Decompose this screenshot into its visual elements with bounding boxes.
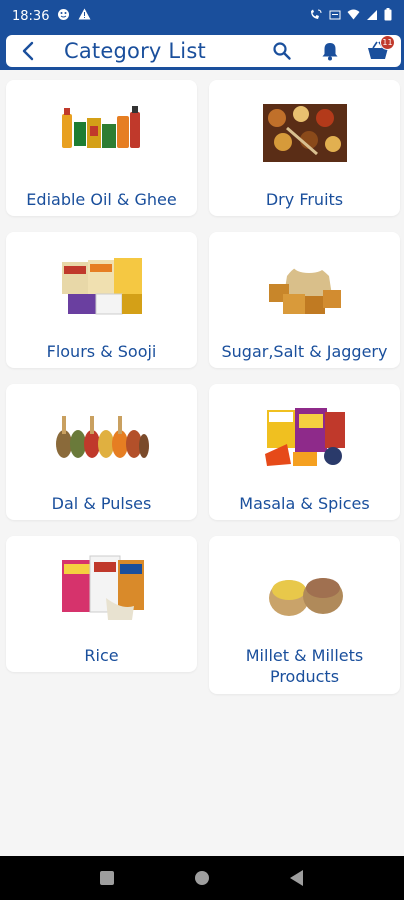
category-card-masala[interactable]: Masala & Spices <box>209 384 400 520</box>
recents-icon <box>100 871 115 885</box>
category-card-millet[interactable]: Millet & Millets Products <box>209 536 400 694</box>
cart-count-badge: 11 <box>380 35 395 50</box>
back-triangle-icon <box>289 870 303 886</box>
flours-image <box>54 246 150 318</box>
battery-icon <box>384 8 392 24</box>
search-icon <box>273 42 291 60</box>
wifi-calling-icon <box>309 9 323 24</box>
category-card-sugar-salt[interactable]: Sugar,Salt & Jaggery <box>209 232 400 368</box>
dry-fruits-image <box>257 94 353 166</box>
category-label: Sugar,Salt & Jaggery <box>221 342 388 361</box>
category-card-oil-ghee[interactable]: Ediable Oil & Ghee <box>6 80 197 216</box>
dal-pulses-image <box>54 398 150 470</box>
signal-icon <box>366 9 378 24</box>
page-title: Category List <box>64 39 206 63</box>
recents-button[interactable] <box>92 863 122 893</box>
category-label: Ediable Oil & Ghee <box>26 190 177 209</box>
status-bar: 18:36 <box>0 0 404 32</box>
wifi-icon <box>347 9 360 23</box>
back-button[interactable] <box>16 39 40 63</box>
category-label: Dry Fruits <box>265 190 344 209</box>
category-card-dry-fruits[interactable]: Dry Fruits <box>209 80 400 216</box>
category-label: Dal & Pulses <box>51 494 152 513</box>
category-label: Rice <box>84 646 119 665</box>
notifications-button[interactable] <box>317 38 343 64</box>
home-button[interactable] <box>187 863 217 893</box>
chevron-left-icon <box>22 41 34 61</box>
category-label: Masala & Spices <box>239 494 370 513</box>
rice-image <box>54 550 150 622</box>
search-button[interactable] <box>269 38 295 64</box>
category-card-rice[interactable]: Rice <box>6 536 197 672</box>
category-label: Millet & Millets Products <box>245 646 364 686</box>
category-card-flours[interactable]: Flours & Sooji <box>6 232 197 368</box>
category-label: Flours & Sooji <box>46 342 157 361</box>
app-header: Category List 11 <box>6 35 401 67</box>
warning-icon <box>78 8 91 24</box>
oil-ghee-image <box>54 94 150 166</box>
millet-image <box>257 550 353 622</box>
category-card-dal-pulses[interactable]: Dal & Pulses <box>6 384 197 520</box>
bell-icon <box>322 43 338 61</box>
system-nav-bar <box>0 856 404 900</box>
system-back-button[interactable] <box>282 863 312 893</box>
sugar-salt-image <box>257 246 353 318</box>
app-notification-icon <box>57 8 70 25</box>
volte-icon <box>329 9 341 24</box>
cart-button[interactable]: 11 <box>365 35 395 64</box>
status-time: 18:36 <box>12 8 50 24</box>
home-icon <box>194 871 209 885</box>
masala-image <box>257 398 353 470</box>
